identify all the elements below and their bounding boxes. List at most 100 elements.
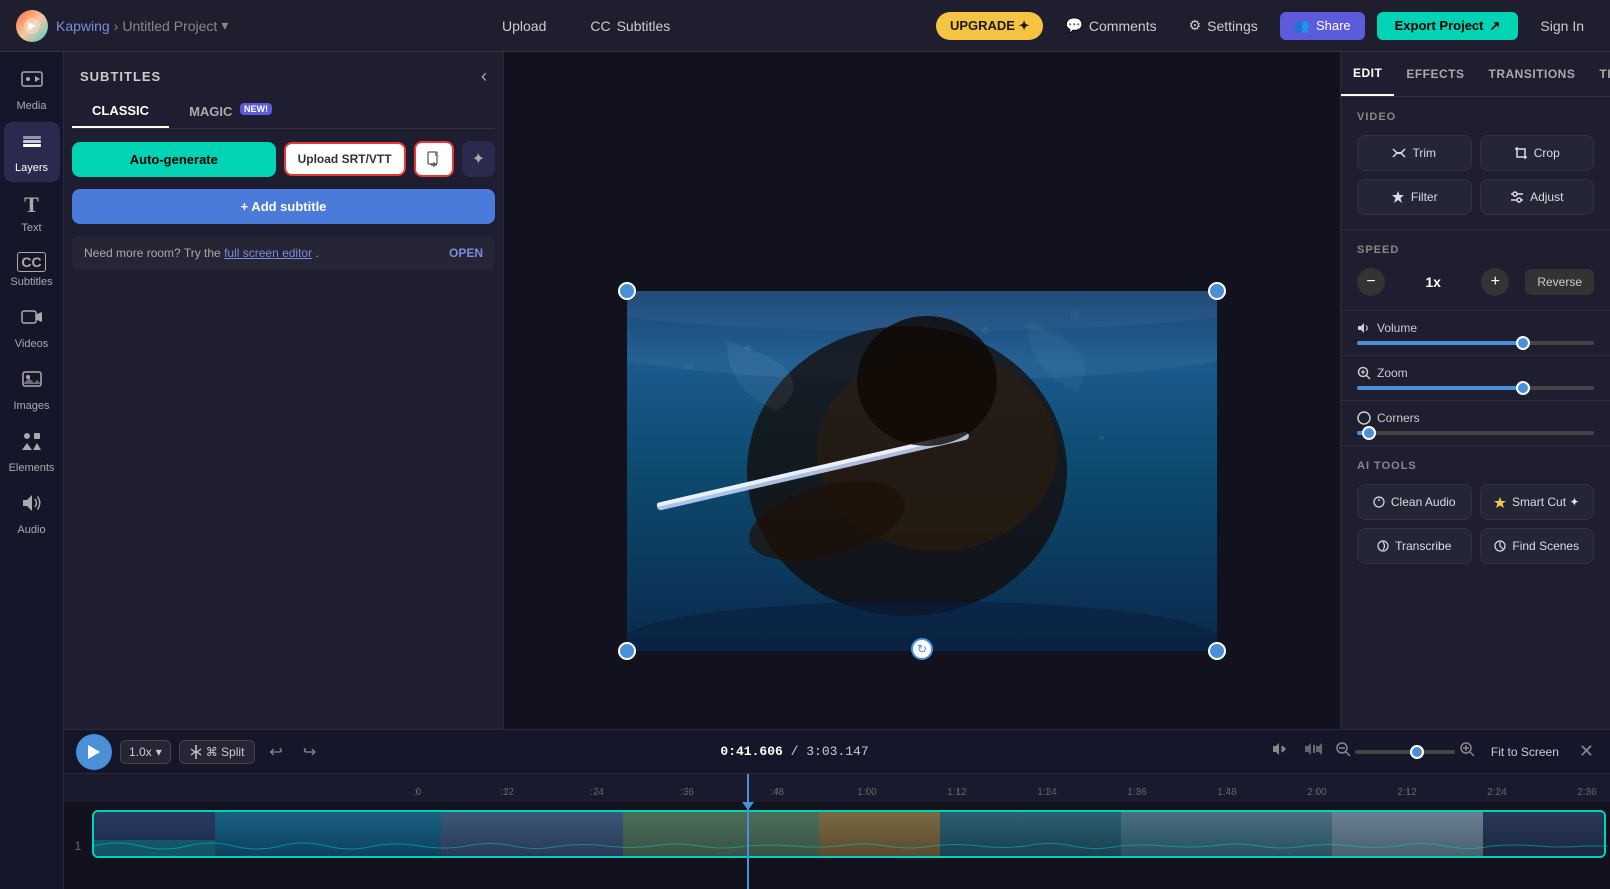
reverse-button[interactable]: Reverse — [1525, 269, 1594, 295]
waveform — [94, 838, 1608, 854]
handle-bottom-left[interactable] — [618, 642, 636, 660]
transcribe-button[interactable]: Transcribe — [1357, 528, 1472, 564]
adjust-button[interactable]: Adjust — [1480, 179, 1595, 215]
play-button[interactable] — [76, 734, 112, 770]
sidebar-item-videos[interactable]: Videos — [4, 298, 60, 358]
corners-icon — [1357, 411, 1371, 425]
subtitles-icon: CC — [590, 18, 610, 34]
comments-button[interactable]: 💬 Comments — [1055, 11, 1166, 40]
panel-header: SUBTITLES ‹ — [64, 52, 503, 95]
tab-magic[interactable]: MAGIC NEW! — [169, 95, 292, 128]
total-time: 3:03.147 — [806, 744, 868, 759]
app-logo — [16, 10, 48, 42]
rotate-handle[interactable]: ↻ — [911, 638, 933, 660]
ruler-mark: :48 — [732, 787, 822, 798]
tab-transitions[interactable]: TRANSITIONS — [1477, 52, 1588, 96]
smart-cut-button[interactable]: Smart Cut ✦ — [1480, 484, 1595, 520]
split-icon — [190, 745, 202, 759]
sparkle-button[interactable]: ✦ — [462, 141, 495, 177]
mute-button[interactable] — [1267, 737, 1291, 766]
close-timeline-button[interactable]: ✕ — [1575, 737, 1598, 766]
upload-file-icon-button[interactable] — [414, 141, 454, 177]
logo-area: Kapwing › Untitled Project ▾ — [16, 10, 228, 42]
elements-label: Elements — [9, 462, 55, 474]
ruler-mark: 2:36 — [1542, 787, 1610, 798]
speed-selector[interactable]: 1.0x ▾ — [120, 740, 171, 764]
tab-classic[interactable]: CLASSIC — [72, 95, 169, 128]
zoom-in-button[interactable] — [1459, 741, 1475, 762]
sidebar-item-layers[interactable]: Layers — [4, 122, 60, 182]
zoom-label: Zoom — [1357, 366, 1594, 380]
tab-edit[interactable]: EDIT — [1341, 52, 1394, 96]
full-screen-editor-link[interactable]: full screen editor — [224, 246, 312, 260]
zoom-out-button[interactable] — [1335, 741, 1351, 762]
smart-cut-icon — [1494, 496, 1506, 508]
upload-button[interactable]: Upload — [492, 12, 556, 40]
settings-icon: ⚙ — [1189, 17, 1202, 34]
settings-button[interactable]: ⚙ Settings — [1179, 11, 1268, 40]
sidebar-icons: Media Layers T Text CC Subtitles — [0, 52, 64, 889]
subtitles-button[interactable]: CC Subtitles — [580, 12, 680, 40]
handle-bottom-right[interactable] — [1208, 642, 1226, 660]
add-subtitle-button[interactable]: + Add subtitle — [72, 189, 495, 224]
track-content — [92, 806, 1610, 862]
handle-top-left[interactable] — [618, 282, 636, 300]
volume-slider[interactable] — [1357, 341, 1594, 345]
play-icon — [88, 745, 100, 759]
open-button[interactable]: OPEN — [449, 246, 483, 260]
speed-selector-value: 1.0x — [129, 745, 152, 759]
sidebar-item-images[interactable]: Images — [4, 360, 60, 420]
undo-button[interactable]: ↩ — [263, 738, 288, 766]
media-icon — [21, 68, 43, 96]
collapse-button[interactable]: ‹ — [481, 66, 487, 87]
timeline-ruler: :0 :12 :24 :36 :48 1:00 1:12 1:24 1:36 1… — [64, 774, 1610, 802]
auto-generate-button[interactable]: Auto-generate — [72, 142, 276, 177]
audio-split-button[interactable] — [1299, 737, 1327, 766]
export-icon: ↗ — [1490, 18, 1501, 34]
zoom-slider[interactable] — [1357, 386, 1594, 390]
filter-icon — [1391, 190, 1405, 204]
sidebar-item-subtitles[interactable]: CC Subtitles — [4, 244, 60, 296]
fit-screen-button[interactable]: Fit to Screen — [1483, 741, 1567, 763]
info-bar: Need more room? Try the full screen edit… — [72, 236, 495, 270]
redo-button[interactable]: ↪ — [297, 738, 322, 766]
playhead[interactable] — [747, 802, 749, 889]
export-button[interactable]: Export Project ↗ — [1377, 12, 1519, 40]
video-frame[interactable]: ↻ — [627, 291, 1217, 651]
corners-slider[interactable] — [1357, 431, 1594, 435]
sidebar-item-elements[interactable]: Elements — [4, 422, 60, 482]
find-scenes-button[interactable]: Find Scenes — [1480, 528, 1595, 564]
clean-audio-button[interactable]: Clean Audio — [1357, 484, 1472, 520]
upload-srt-button[interactable]: Upload SRT/VTT — [284, 142, 406, 176]
video-tools-grid: Trim Crop Filter — [1357, 135, 1594, 215]
images-label: Images — [13, 400, 49, 412]
brand-link[interactable]: Kapwing — [56, 18, 110, 34]
dropdown-icon[interactable]: ▾ — [221, 17, 228, 34]
trim-button[interactable]: Trim — [1357, 135, 1472, 171]
split-button[interactable]: ⌘ Split — [179, 740, 256, 764]
zoom-slider-timeline[interactable] — [1355, 750, 1455, 754]
video-section-title: VIDEO — [1357, 111, 1594, 123]
tab-timing[interactable]: TIMING — [1587, 52, 1610, 96]
sidebar-item-audio[interactable]: Audio — [4, 484, 60, 544]
crop-icon — [1514, 146, 1528, 160]
comments-icon: 💬 — [1065, 17, 1082, 34]
sidebar-item-text[interactable]: T Text — [4, 184, 60, 242]
video-tools-section: VIDEO Trim Crop — [1341, 97, 1610, 230]
videos-icon — [21, 306, 43, 334]
ruler-mark: :0 — [372, 787, 462, 798]
signin-button[interactable]: Sign In — [1530, 12, 1594, 40]
speed-decrease-button[interactable]: − — [1357, 268, 1385, 296]
speed-increase-button[interactable]: + — [1481, 268, 1509, 296]
right-tabs: EDIT EFFECTS TRANSITIONS TIMING — [1341, 52, 1610, 97]
filter-button[interactable]: Filter — [1357, 179, 1472, 215]
tab-effects[interactable]: EFFECTS — [1394, 52, 1476, 96]
share-button[interactable]: 👥 Share — [1280, 12, 1365, 40]
videos-label: Videos — [15, 338, 48, 350]
volume-label: Volume — [1357, 321, 1594, 335]
transcribe-icon — [1377, 540, 1389, 552]
handle-top-right[interactable] — [1208, 282, 1226, 300]
crop-button[interactable]: Crop — [1480, 135, 1595, 171]
sidebar-item-media[interactable]: Media — [4, 60, 60, 120]
upgrade-button[interactable]: UPGRADE ✦ — [936, 12, 1044, 40]
